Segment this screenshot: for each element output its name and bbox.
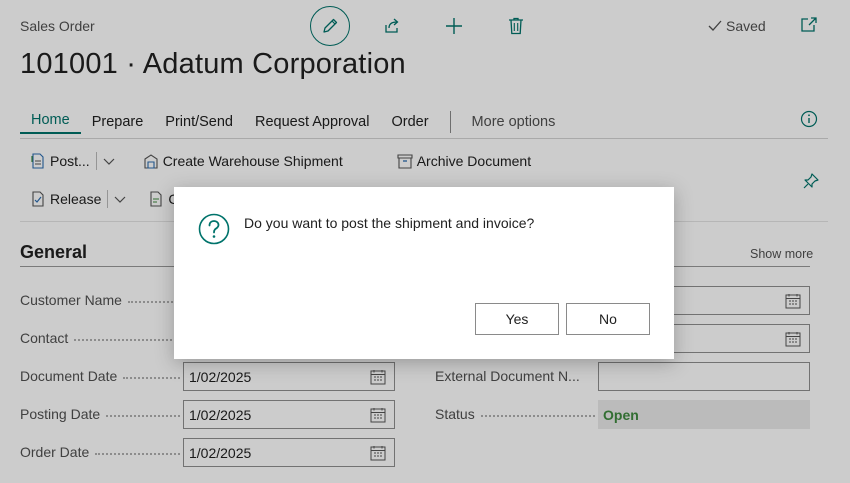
question-icon: [198, 213, 230, 250]
yes-button[interactable]: Yes: [475, 303, 559, 335]
confirm-dialog: Do you want to post the shipment and inv…: [174, 187, 674, 359]
no-button[interactable]: No: [566, 303, 650, 335]
dialog-message: Do you want to post the shipment and inv…: [244, 215, 535, 231]
